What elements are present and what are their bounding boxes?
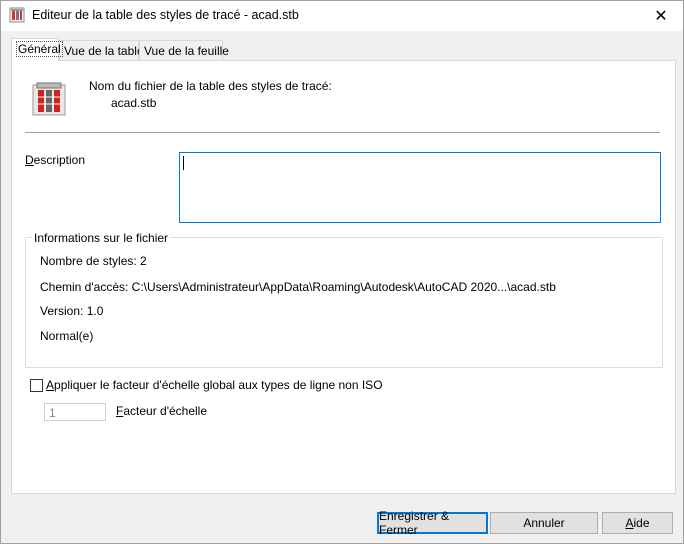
plot-style-file-icon (32, 82, 66, 116)
tab-table-view[interactable]: Vue de la table (59, 40, 144, 60)
apply-scale-checkbox[interactable] (30, 379, 43, 392)
help-button[interactable]: Aide (602, 512, 673, 534)
file-version: Version: 1.0 (40, 304, 104, 318)
filename-label: Nom du fichier de la table des styles de… (89, 79, 332, 93)
apply-scale-label[interactable]: Appliquer le facteur d'échelle global au… (46, 378, 383, 392)
table-type: Normal(e) (40, 329, 94, 343)
dialog-window: Editeur de la table des styles de tracé … (0, 0, 684, 544)
scale-factor-input[interactable]: 1 (44, 403, 106, 421)
scale-factor-label: Facteur d'échelle (116, 404, 208, 418)
tab-sheet-view[interactable]: Vue de la feuille (139, 40, 229, 60)
plot-style-table-icon (9, 7, 25, 23)
close-icon: ✕ (654, 8, 668, 25)
filename-value: acad.stb (111, 96, 157, 110)
file-path: Chemin d'accès: C:\Users\Administrateur\… (40, 280, 556, 294)
tab-sheet-view-label: Vue de la feuille (144, 44, 229, 58)
window-title: Editeur de la table des styles de tracé … (32, 8, 299, 22)
description-label: Description (25, 153, 86, 167)
close-button[interactable]: ✕ (639, 1, 683, 31)
separator (25, 132, 660, 133)
save-close-button[interactable]: Enregistrer & Fermer (377, 509, 488, 537)
title-bar: Editeur de la table des styles de tracé … (1, 1, 683, 31)
cancel-button[interactable]: Annuler (490, 512, 598, 534)
tab-general[interactable]: Général (11, 38, 63, 61)
file-info-title: Informations sur le fichier (32, 231, 171, 245)
text-caret (183, 156, 184, 170)
styles-count: Nombre de styles: 2 (40, 254, 147, 268)
description-field[interactable] (179, 152, 661, 223)
tab-table-view-label: Vue de la table (64, 44, 144, 58)
tab-general-label: Général (16, 41, 63, 57)
